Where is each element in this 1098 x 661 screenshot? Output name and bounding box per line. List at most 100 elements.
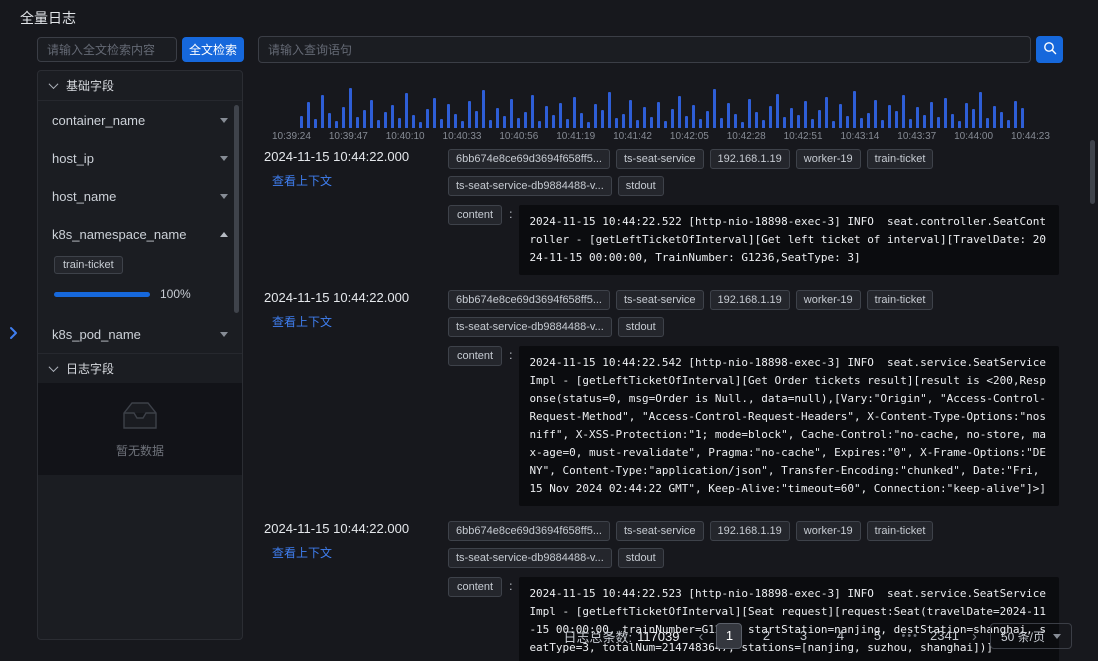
histogram-bar (370, 100, 373, 128)
content-field-chip[interactable]: content (448, 346, 502, 366)
container-id-tag[interactable]: 6bb674e8ce69d3694f658ff5... (448, 290, 610, 310)
host-name-tag[interactable]: worker-19 (796, 521, 861, 541)
pod-name-tag[interactable]: ts-seat-service-db9884488-v... (448, 317, 612, 337)
histogram-bar (587, 122, 590, 128)
content-field-chip[interactable]: content (448, 205, 502, 225)
namespace-tag[interactable]: train-ticket (867, 290, 934, 310)
host-name-tag[interactable]: worker-19 (796, 290, 861, 310)
page-size-select[interactable]: 50 条/页 (990, 623, 1072, 649)
histogram-bar (755, 112, 758, 128)
log-viewer-app: 全量日志 全文检索 基础字段 container_name host_ip ho… (0, 0, 1098, 661)
fields-sidebar: 基础字段 container_name host_ip host_name k8… (37, 70, 243, 640)
histogram-bar (524, 112, 527, 128)
query-input[interactable] (258, 36, 1031, 63)
log-timestamp: 2024-11-15 10:44:22.000 (264, 521, 448, 536)
histogram-bar (601, 110, 604, 128)
histogram-bar (489, 120, 492, 128)
histogram-bar (909, 119, 912, 128)
container-id-tag[interactable]: 6bb674e8ce69d3694f658ff5... (448, 149, 610, 169)
log-timestamp: 2024-11-15 10:44:22.000 (264, 290, 448, 305)
pagination-page[interactable]: 2 (753, 623, 779, 649)
field-label: host_ip (52, 151, 94, 166)
histogram-bar (657, 102, 660, 128)
histogram-bar (916, 107, 919, 128)
pagination-last-page[interactable]: 2341 (930, 623, 959, 649)
histogram-bar (818, 110, 821, 128)
time-tick: 10:40:33 (443, 131, 482, 142)
histogram-bar (720, 118, 723, 128)
histogram-bars[interactable] (300, 88, 1024, 128)
histogram-bar (440, 119, 443, 128)
time-tick: 10:41:42 (613, 131, 652, 142)
sidebar-field-container-name[interactable]: container_name (38, 101, 242, 139)
time-tick: 10:39:47 (329, 131, 368, 142)
content-row: content : 2024-11-15 10:44:22.542 [http-… (448, 346, 1066, 506)
host-ip-tag[interactable]: 192.168.1.19 (710, 290, 790, 310)
log-total-value: 117039 (637, 629, 679, 644)
sidebar-field-host-name[interactable]: host_name (38, 177, 242, 215)
value-progress-bar (54, 292, 150, 297)
service-tag[interactable]: ts-seat-service (616, 521, 704, 541)
histogram-bar (636, 120, 639, 128)
query-search-button[interactable] (1036, 36, 1063, 63)
caret-down-icon (220, 332, 228, 337)
histogram-bar (797, 115, 800, 128)
service-tag[interactable]: ts-seat-service (616, 149, 704, 169)
histogram-bar (328, 113, 331, 128)
host-name-tag[interactable]: worker-19 (796, 149, 861, 169)
colon-separator: : (509, 346, 512, 362)
pod-name-tag[interactable]: ts-seat-service-db9884488-v... (448, 176, 612, 196)
time-tick: 10:43:37 (897, 131, 936, 142)
next-page-button[interactable]: › (970, 628, 979, 645)
sidebar-field-k8s-namespace-name[interactable]: k8s_namespace_name (38, 215, 242, 253)
stream-tag[interactable]: stdout (618, 548, 664, 568)
histogram-bar (825, 97, 828, 128)
histogram-bar (349, 88, 352, 128)
host-ip-tag[interactable]: 192.168.1.19 (710, 149, 790, 169)
histogram-bar (1014, 101, 1017, 128)
histogram-bar (951, 114, 954, 128)
pagination-page[interactable]: 3 (790, 623, 816, 649)
namespace-tag[interactable]: train-ticket (867, 149, 934, 169)
service-tag[interactable]: ts-seat-service (616, 290, 704, 310)
histogram-bar (888, 105, 891, 128)
main-scrollbar-thumb[interactable] (1090, 140, 1095, 204)
namespace-tag[interactable]: train-ticket (867, 521, 934, 541)
histogram-bar (566, 119, 569, 128)
view-context-link[interactable]: 查看上下文 (272, 544, 332, 561)
histogram-bar (664, 121, 667, 128)
fulltext-search-button[interactable]: 全文检索 (182, 37, 244, 62)
fulltext-search-input[interactable] (37, 37, 177, 62)
histogram-bar (398, 118, 401, 128)
time-tick: 10:42:28 (727, 131, 766, 142)
pagination-page[interactable]: 5 (864, 623, 890, 649)
host-ip-tag[interactable]: 192.168.1.19 (710, 521, 790, 541)
stream-tag[interactable]: stdout (618, 317, 664, 337)
caret-down-icon (220, 118, 228, 123)
histogram-bar (622, 114, 625, 128)
section-basic-fields[interactable]: 基础字段 (38, 71, 242, 101)
histogram-bar (454, 114, 457, 128)
view-context-link[interactable]: 查看上下文 (272, 172, 332, 189)
field-value-tag[interactable]: train-ticket (54, 256, 123, 274)
prev-page-button[interactable]: ‹ (696, 628, 705, 645)
caret-up-icon (220, 232, 228, 237)
histogram-bar (482, 90, 485, 128)
pagination-page[interactable]: 4 (827, 623, 853, 649)
log-total: 日志总条数: 117039 (563, 627, 679, 646)
sidebar-scrollbar-thumb[interactable] (234, 105, 239, 313)
histogram-bar (762, 120, 765, 128)
sidebar-field-k8s-pod-name[interactable]: k8s_pod_name (38, 315, 242, 353)
content-field-chip[interactable]: content (448, 577, 502, 597)
histogram-bar (426, 109, 429, 128)
pod-name-tag[interactable]: ts-seat-service-db9884488-v... (448, 548, 612, 568)
container-id-tag[interactable]: 6bb674e8ce69d3694f658ff5... (448, 521, 610, 541)
section-log-fields[interactable]: 日志字段 (38, 353, 242, 383)
histogram-bar (433, 98, 436, 128)
view-context-link[interactable]: 查看上下文 (272, 313, 332, 330)
histogram-bar (860, 118, 863, 128)
sidebar-field-host-ip[interactable]: host_ip (38, 139, 242, 177)
stream-tag[interactable]: stdout (618, 176, 664, 196)
pagination-page[interactable]: 1 (716, 623, 742, 649)
sidebar-collapse-handle[interactable] (8, 326, 18, 345)
